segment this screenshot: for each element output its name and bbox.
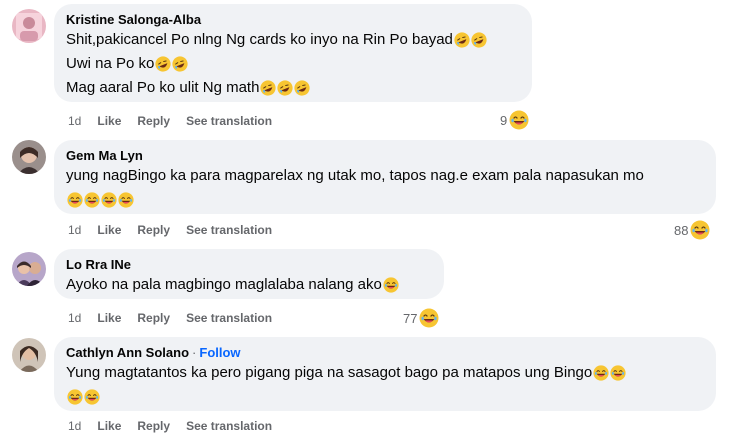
laughing-emoji-icon <box>172 56 188 72</box>
laughing-emoji-icon <box>419 308 439 328</box>
comment-author[interactable]: Lo Rra INe <box>66 257 432 273</box>
laughing-emoji-icon <box>84 192 100 208</box>
reaction-count: 9 <box>500 112 508 128</box>
comment-bubble: Lo Rra INe Ayoko na pala magbingo maglal… <box>54 249 444 299</box>
reaction-summary[interactable]: 77 <box>403 308 439 328</box>
comment-text-line: Shit,pakicancel Po nlng Ng cards ko inyo… <box>66 28 520 52</box>
avatar-photo <box>12 140 46 174</box>
laughing-emoji-icon <box>454 32 470 48</box>
comment-actions: 1d Like Reply See translation <box>68 310 288 326</box>
avatar[interactable] <box>12 140 46 174</box>
comment-text-line: Yung magtatantos ka pero pigang piga na … <box>66 361 704 385</box>
reply-button[interactable]: Reply <box>137 223 170 237</box>
comment-bubble: Kristine Salonga-Alba Shit,pakicancel Po… <box>54 4 532 102</box>
see-translation-link[interactable]: See translation <box>186 311 272 325</box>
comment-bubble: Cathlyn Ann Solano · Follow Yung magtata… <box>54 337 716 411</box>
comment-actions: 1d Like Reply See translation <box>68 222 288 238</box>
avatar[interactable] <box>12 9 46 43</box>
comment-text-line: yung nagBingo ka para magparelax ng utak… <box>66 167 644 184</box>
reaction-summary[interactable]: 88 <box>674 220 710 240</box>
comment-text-line: Ayoko na pala magbingo maglalaba nalang … <box>66 273 432 297</box>
comment-emoji-line <box>66 188 704 212</box>
comment-actions: 1d Like Reply See translation <box>68 418 288 434</box>
laughing-emoji-icon <box>471 32 487 48</box>
comment-author[interactable]: Gem Ma Lyn <box>66 148 704 164</box>
comment-author[interactable]: Kristine Salonga-Alba <box>66 12 520 28</box>
laughing-emoji-icon <box>383 277 399 293</box>
laughing-emoji-icon <box>610 365 626 381</box>
comment-bubble: Gem Ma Lyn yung nagBingo ka para magpare… <box>54 140 716 214</box>
see-translation-link[interactable]: See translation <box>186 114 272 128</box>
reply-button[interactable]: Reply <box>137 114 170 128</box>
comment-timestamp[interactable]: 1d <box>68 311 81 325</box>
reply-button[interactable]: Reply <box>137 311 170 325</box>
avatar[interactable] <box>12 252 46 286</box>
laughing-emoji-icon <box>118 192 134 208</box>
laughing-emoji-icon <box>67 389 83 405</box>
reaction-summary[interactable]: 9 <box>500 110 529 130</box>
laughing-emoji-icon <box>593 365 609 381</box>
reply-button[interactable]: Reply <box>137 419 170 433</box>
avatar-photo <box>12 338 46 372</box>
like-button[interactable]: Like <box>97 223 121 237</box>
comment-author: Cathlyn Ann Solano · Follow <box>66 345 704 361</box>
comment-timestamp[interactable]: 1d <box>68 223 81 237</box>
reaction-count: 77 <box>403 310 418 326</box>
avatar[interactable] <box>12 338 46 372</box>
comment-actions: 1d Like Reply See translation <box>68 113 288 129</box>
follow-button[interactable]: Follow <box>199 345 240 361</box>
laughing-emoji-icon <box>67 192 83 208</box>
comment-timestamp[interactable]: 1d <box>68 419 81 433</box>
like-button[interactable]: Like <box>97 311 121 325</box>
like-button[interactable]: Like <box>97 419 121 433</box>
comment-text-line: Uwi na Po ko <box>66 52 520 76</box>
laughing-emoji-icon <box>155 56 171 72</box>
laughing-emoji-icon <box>690 220 710 240</box>
comment-timestamp[interactable]: 1d <box>68 114 81 128</box>
like-button[interactable]: Like <box>97 114 121 128</box>
see-translation-link[interactable]: See translation <box>186 223 272 237</box>
laughing-emoji-icon <box>294 80 311 96</box>
laughing-emoji-icon <box>101 192 117 208</box>
avatar-photo <box>12 252 46 286</box>
laughing-emoji-icon <box>277 80 294 96</box>
comment-text-line: Mag aaral Po ko ulit Ng math <box>66 76 520 100</box>
laughing-emoji-icon <box>84 389 100 405</box>
comment-emoji-line <box>66 385 704 409</box>
laughing-emoji-icon <box>509 110 529 130</box>
see-translation-link[interactable]: See translation <box>186 419 272 433</box>
separator-dot: · <box>192 345 197 360</box>
avatar-photo <box>12 9 46 43</box>
laughing-emoji-icon <box>260 80 277 96</box>
reaction-count: 88 <box>674 222 689 238</box>
comment-author-name[interactable]: Cathlyn Ann Solano <box>66 345 189 361</box>
